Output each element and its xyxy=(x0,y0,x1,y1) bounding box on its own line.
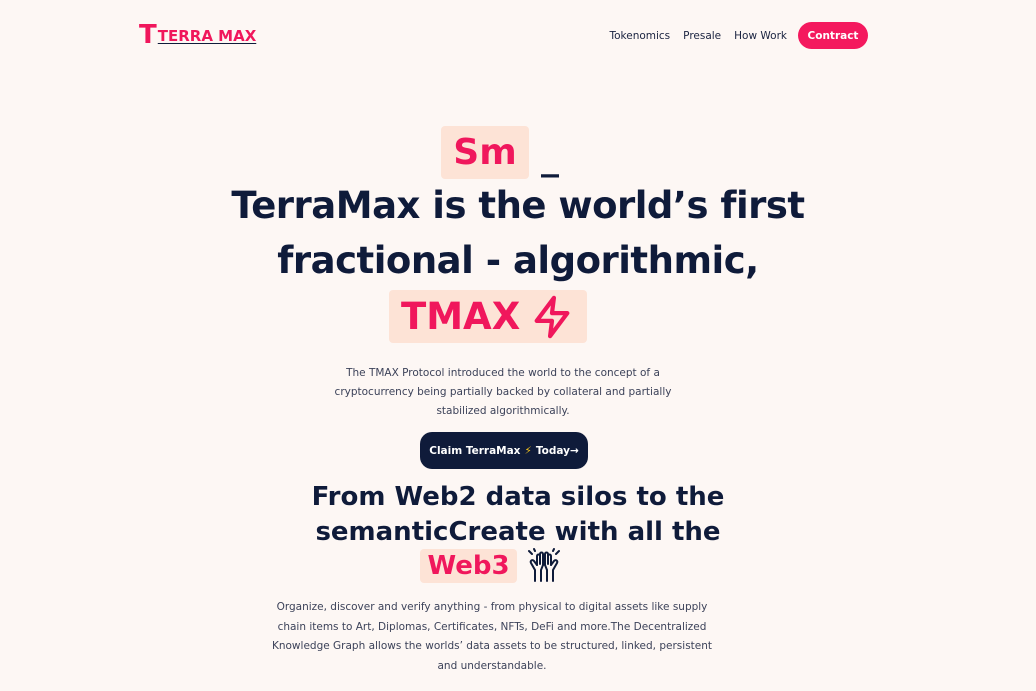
hero-description: The TMAX Protocol introduced the world t… xyxy=(334,367,672,417)
terramax-logo[interactable]: T TERRA MAX xyxy=(139,22,256,48)
web3-highlight: Web3 xyxy=(420,549,517,583)
logo-letter: T xyxy=(139,20,157,50)
hero-headline-line-1: TerraMax is the world’s first xyxy=(231,184,805,227)
typed-text-highlight: Sm xyxy=(441,126,529,179)
logo-text: TERRA MAX xyxy=(157,27,257,45)
section-headline-line-1: From Web2 data silos to the xyxy=(311,482,725,512)
nav-link-how-work[interactable]: How Work xyxy=(734,30,787,42)
section-description: Organize, discover and verify anything -… xyxy=(271,601,713,672)
nav-link-tokenomics[interactable]: Tokenomics xyxy=(609,30,670,42)
claim-suffix: Today→ xyxy=(535,444,579,457)
bolt-emoji-icon: ⚡ xyxy=(524,444,532,457)
claim-label: Claim TerraMax xyxy=(429,444,521,457)
nav-link-presale[interactable]: Presale xyxy=(683,30,721,42)
section-headline-line-2: semanticCreate with all the xyxy=(315,517,721,547)
typing-cursor: _ xyxy=(541,137,559,178)
tmax-highlight: TMAX xyxy=(389,290,587,343)
tmax-label: TMAX xyxy=(401,295,521,338)
lightning-bolt-icon xyxy=(534,295,570,339)
claim-terramax-button[interactable]: Claim TerraMax ⚡ Today→ xyxy=(420,432,588,469)
raised-hands-icon xyxy=(528,548,560,582)
contract-button[interactable]: Contract xyxy=(798,22,868,49)
main-nav: Tokenomics Presale How Work Contract xyxy=(609,22,868,49)
hero-headline-line-2: fractional - algorithmic, xyxy=(277,239,759,282)
site-header: T TERRA MAX Tokenomics Presale How Work … xyxy=(0,0,1036,72)
